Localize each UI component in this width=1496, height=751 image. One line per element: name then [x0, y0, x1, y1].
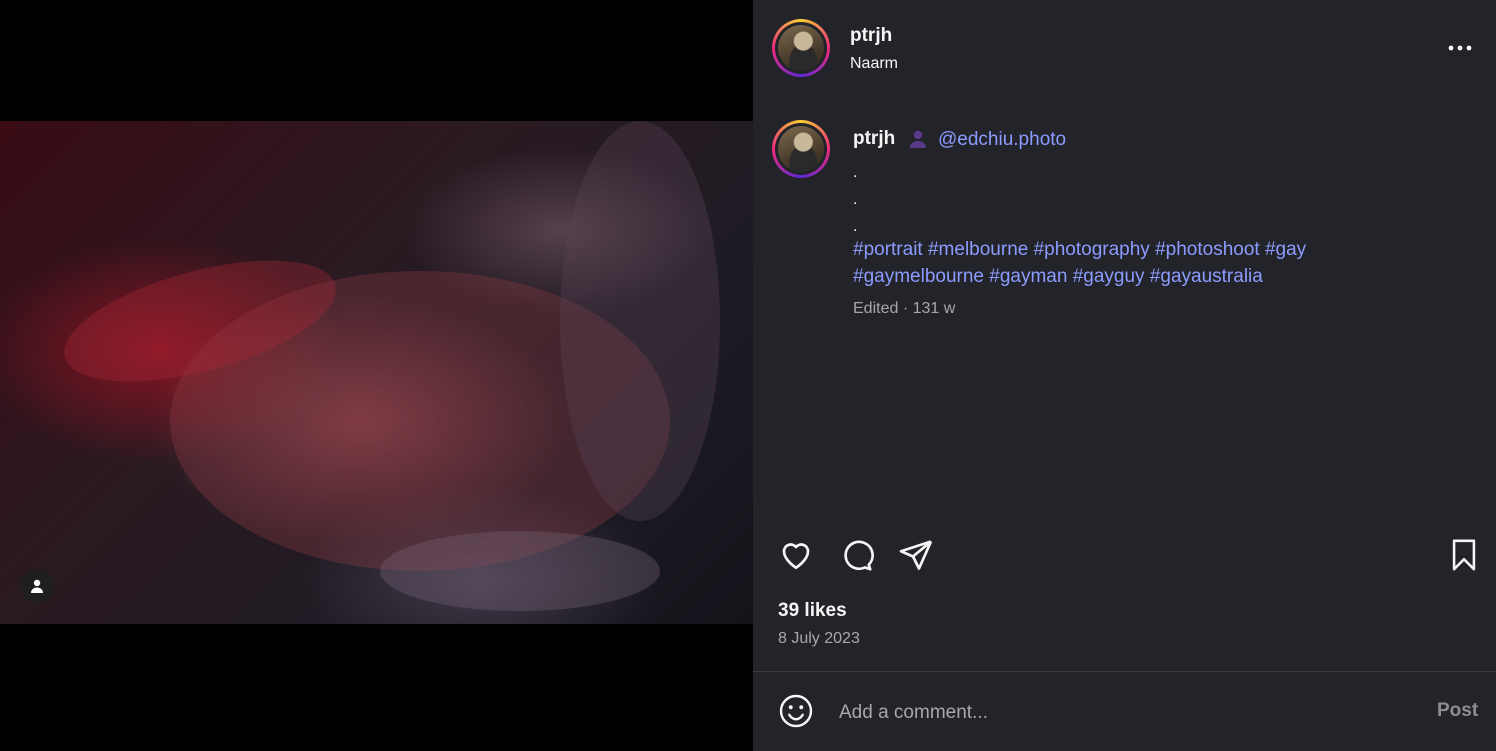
caption-username[interactable]: ptrjh: [853, 128, 895, 150]
share-icon: [899, 540, 933, 570]
post-media: [0, 0, 753, 751]
comment-input[interactable]: [837, 697, 1401, 729]
hashtags-line[interactable]: #gaymelbourne #gayman #gayguy #gayaustra…: [853, 263, 1453, 290]
caption-dot: .: [853, 164, 858, 181]
post-date: 8 July 2023: [778, 630, 860, 647]
user-tag-button[interactable]: [20, 569, 54, 603]
post-side-panel: ptrjh Naarm ptrjh @edchiu.photo . . . #p…: [753, 0, 1496, 751]
hashtags-line[interactable]: #portrait #melbourne #photography #photo…: [853, 236, 1453, 263]
avatar-image: [778, 25, 824, 71]
caption-dot: .: [853, 218, 858, 235]
likes-count[interactable]: 39 likes: [778, 600, 847, 622]
caption-hashtags[interactable]: #portrait #melbourne #photography #photo…: [853, 236, 1453, 290]
header-username[interactable]: ptrjh: [850, 25, 892, 47]
avatar-image: [778, 126, 824, 172]
save-button[interactable]: [1445, 536, 1483, 574]
share-button[interactable]: [897, 536, 935, 574]
comment-icon: [844, 540, 874, 571]
emoji-icon: [779, 694, 813, 728]
caption-mention-link[interactable]: @edchiu.photo: [938, 129, 1066, 151]
post-comment-button[interactable]: Post: [1437, 700, 1478, 722]
divider: [753, 671, 1496, 672]
comment-button[interactable]: [837, 536, 875, 574]
caption-dot: .: [853, 191, 858, 208]
caption-edited-time: Edited · 131 w: [853, 300, 956, 317]
post-photo[interactable]: [0, 121, 753, 624]
person-icon: [910, 130, 926, 148]
caption-avatar[interactable]: [772, 120, 830, 178]
more-options-button[interactable]: [1445, 36, 1475, 60]
header-location[interactable]: Naarm: [850, 55, 898, 73]
bookmark-icon: [1452, 539, 1476, 571]
like-button[interactable]: [777, 536, 815, 574]
heart-icon: [782, 543, 810, 570]
person-emoji: [908, 129, 928, 154]
header-avatar[interactable]: [772, 19, 830, 77]
emoji-button[interactable]: [777, 692, 815, 730]
more-icon: [1448, 45, 1472, 51]
user-tag-icon: [31, 579, 43, 593]
photo-shapes: [64, 121, 720, 611]
